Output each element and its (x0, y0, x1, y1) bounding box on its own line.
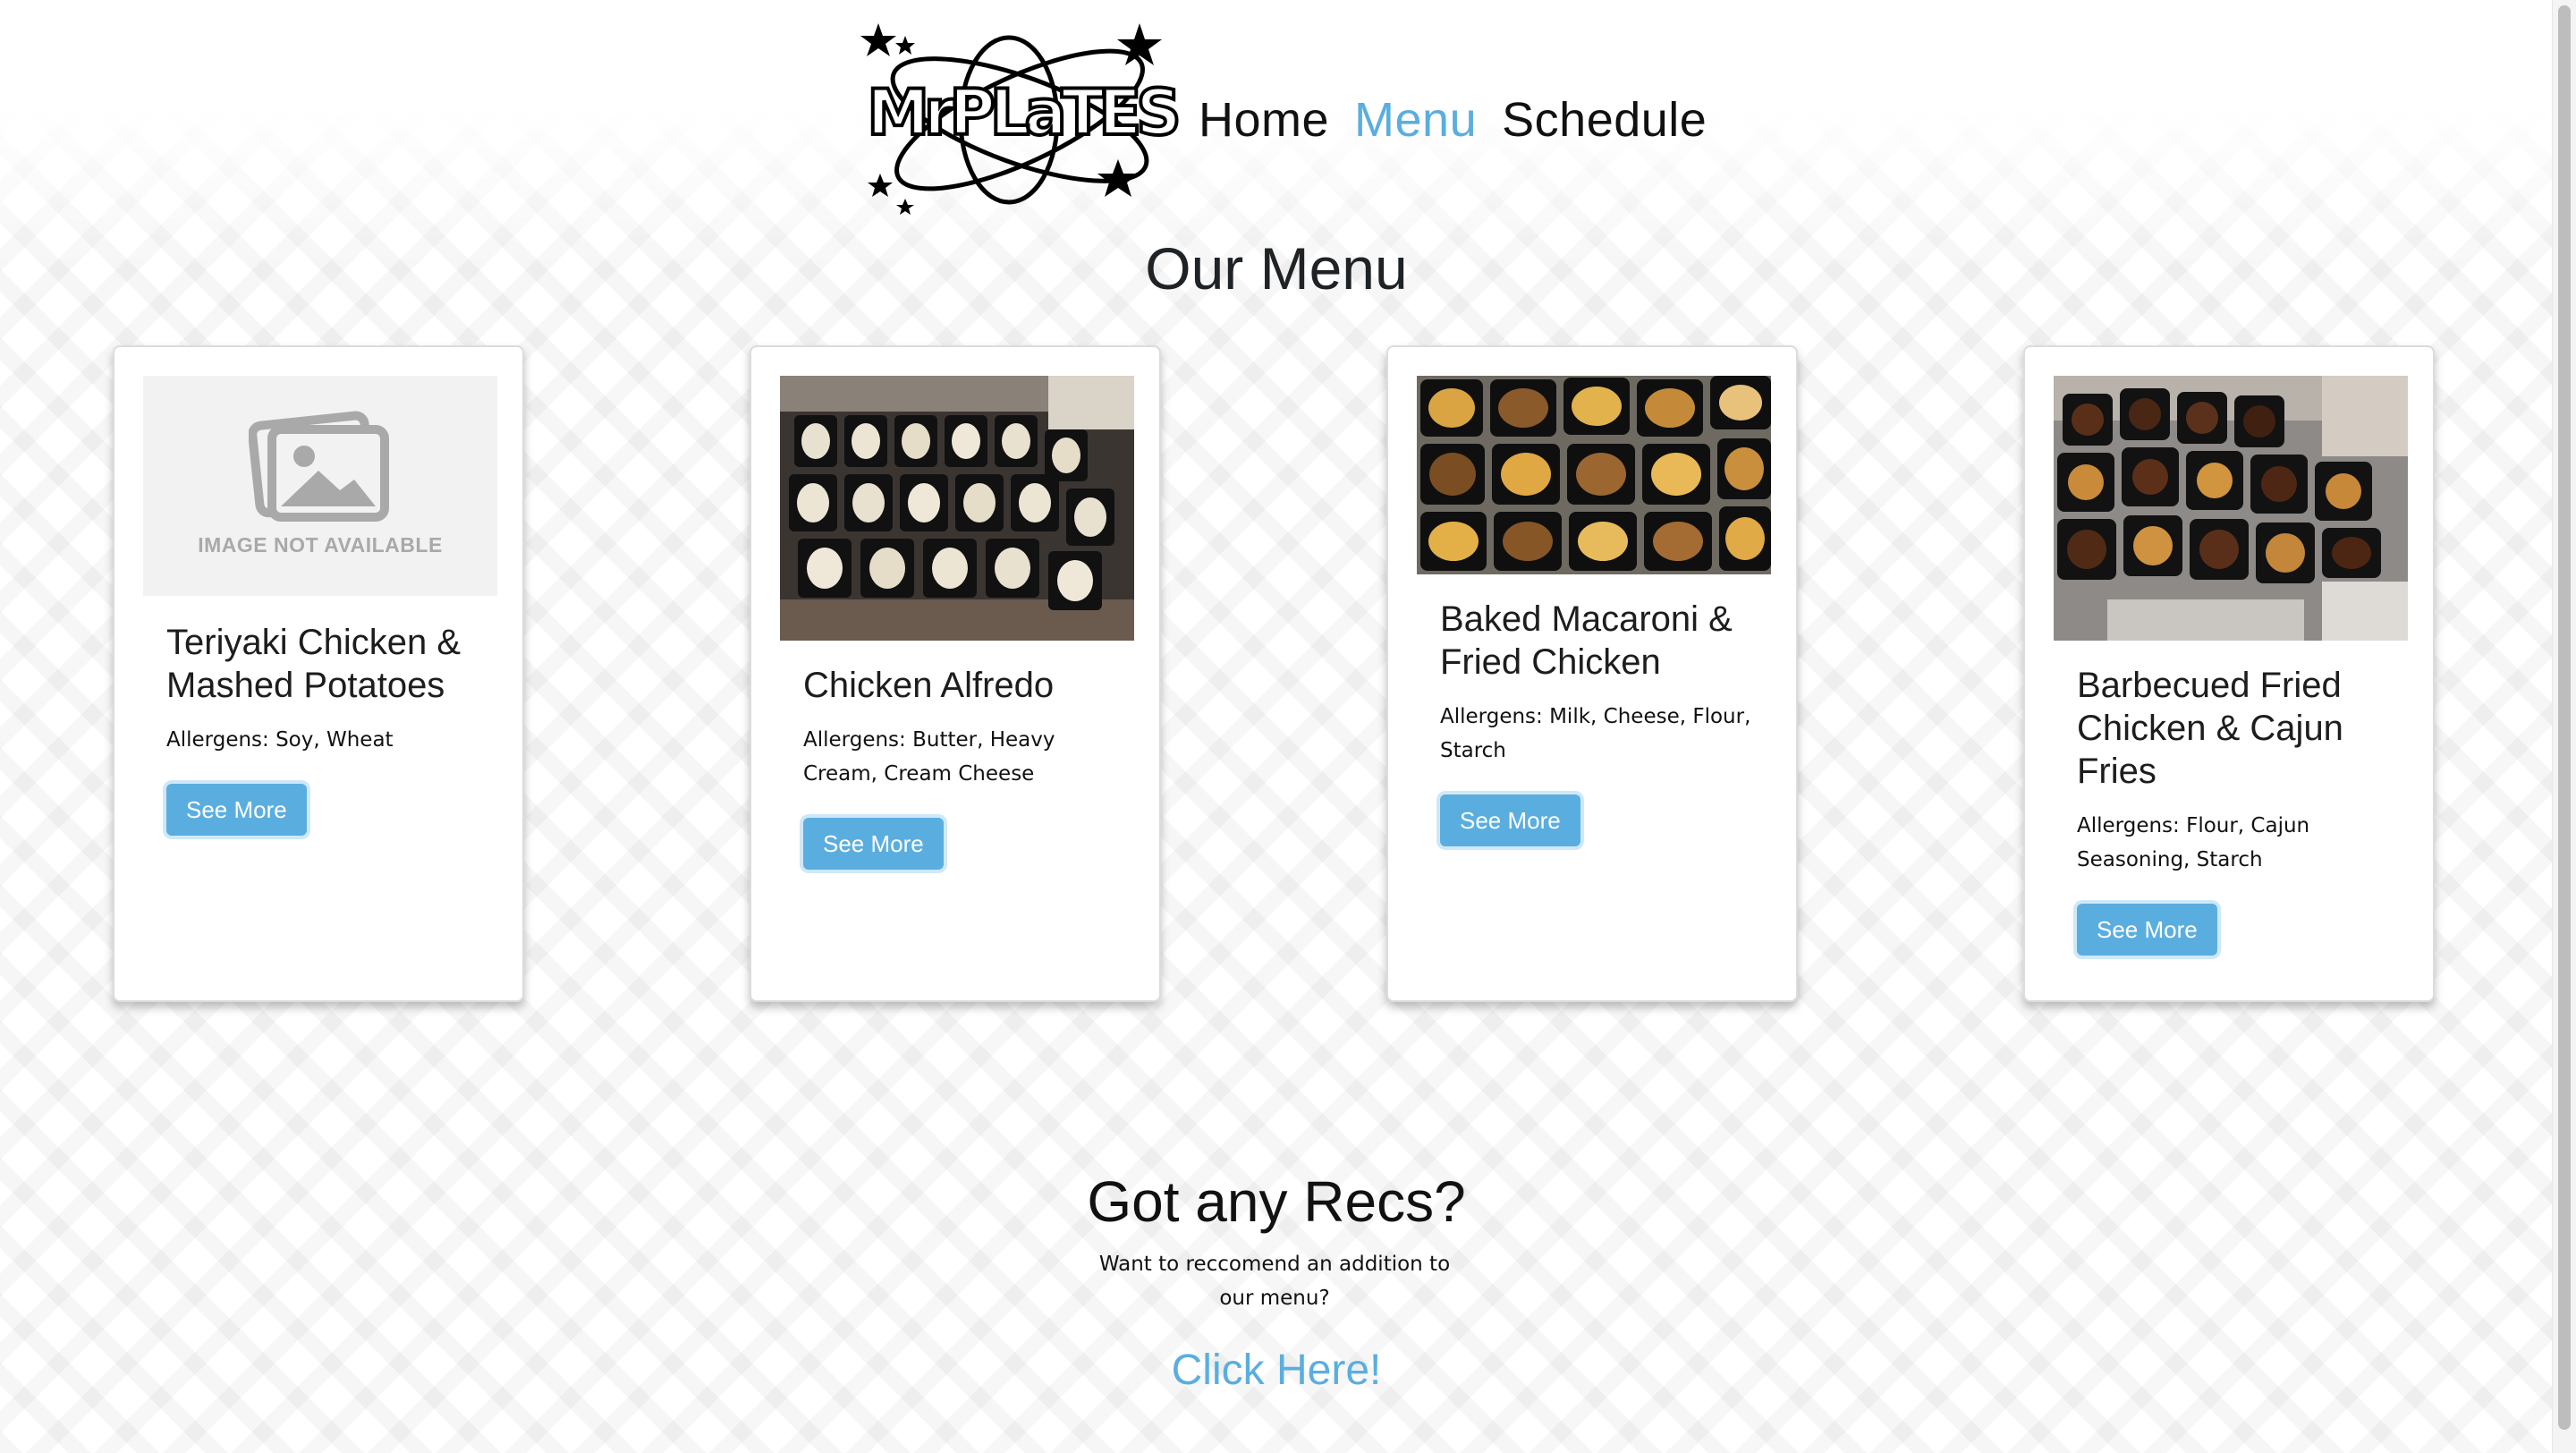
image-not-available-placeholder: IMAGE NOT AVAILABLE (143, 376, 497, 596)
menu-card-chicken-alfredo: Chicken Alfredo Allergens: Butter, Heavy… (750, 345, 1161, 1002)
food-photo-bbq-chicken-fries (2054, 376, 2408, 641)
food-photo (2054, 376, 2408, 641)
card-body: Barbecued Fried Chicken & Cajun Fries Al… (2077, 664, 2397, 956)
main-nav: Home Menu Schedule (1199, 92, 1707, 148)
scrollbar-thumb[interactable] (2558, 5, 2571, 1430)
card-title: Baked Macaroni & Fried Chicken (1440, 599, 1733, 682)
svg-text:MrPLaTES: MrPLaTES (867, 76, 1177, 149)
card-body: Teriyaki Chicken & Mashed Potatoes Aller… (166, 621, 487, 836)
card-body: Baked Macaroni & Fried Chicken Allergens… (1440, 598, 1760, 846)
see-more-button[interactable]: See More (166, 784, 307, 836)
card-allergens: Allergens: Milk, Cheese, Flour, Starch (1440, 705, 1751, 762)
vertical-scrollbar[interactable] (2552, 0, 2576, 1453)
card-title: Barbecued Fried Chicken & Cajun Fries (2077, 666, 2343, 791)
card-allergens: Allergens: Soy, Wheat (166, 728, 394, 752)
recs-title: Got any Recs? (1087, 1169, 1466, 1234)
card-title: Chicken Alfredo (803, 666, 1055, 705)
card-allergens: Allergens: Butter, Heavy Cream, Cream Ch… (803, 728, 1055, 786)
menu-card-bbq-chicken: Barbecued Fried Chicken & Cajun Fries Al… (2023, 345, 2435, 1002)
see-more-button[interactable]: See More (803, 818, 944, 870)
image-not-available-text: IMAGE NOT AVAILABLE (198, 533, 443, 557)
food-photo (1417, 376, 1771, 574)
see-more-button[interactable]: See More (1440, 794, 1580, 846)
nav-menu-link[interactable]: Menu (1354, 92, 1477, 148)
menu-card-teriyaki: IMAGE NOT AVAILABLE Teriyaki Chicken & M… (113, 345, 524, 1002)
page-title: Our Menu (1145, 235, 1408, 302)
mrplates-logo[interactable]: MrPLaTES (859, 16, 1184, 224)
nav-schedule-link[interactable]: Schedule (1502, 92, 1707, 148)
see-more-button[interactable]: See More (2077, 904, 2217, 956)
placeholder-image-icon (249, 411, 389, 522)
recs-click-here-link[interactable]: Click Here! (0, 1346, 2553, 1395)
site-header: MrPLaTES Home Menu Schedule (859, 16, 1707, 224)
card-title: Teriyaki Chicken & Mashed Potatoes (166, 623, 462, 705)
menu-card-baked-macaroni: Baked Macaroni & Fried Chicken Allergens… (1386, 345, 1798, 1002)
recs-subtitle: Want to reccomend an addition to our men… (1098, 1253, 1451, 1310)
card-body: Chicken Alfredo Allergens: Butter, Heavy… (803, 664, 1123, 870)
nav-home-link[interactable]: Home (1199, 92, 1329, 148)
logo-graphic: MrPLaTES (860, 23, 1184, 215)
food-photo-chicken-alfredo (780, 376, 1134, 641)
card-allergens: Allergens: Flour, Cajun Seasoning, Starc… (2077, 814, 2310, 871)
food-photo-macaroni-chicken (1417, 376, 1771, 574)
food-photo (780, 376, 1134, 641)
